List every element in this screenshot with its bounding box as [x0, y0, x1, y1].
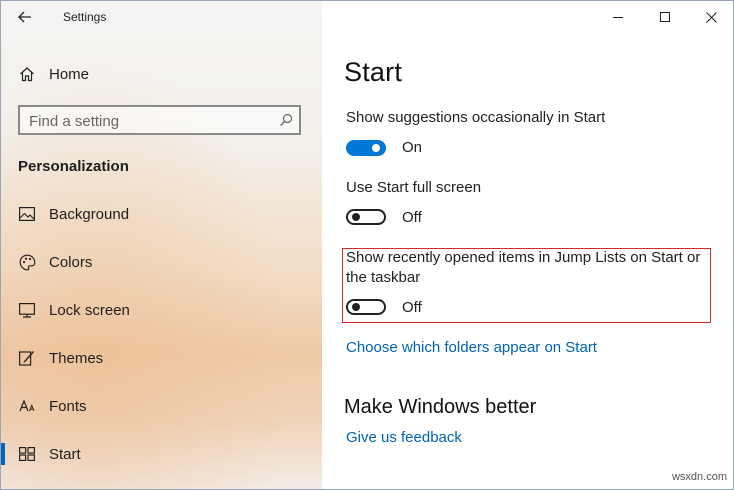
sidebar-item-label: Start — [49, 445, 81, 463]
sidebar-item-lock-screen[interactable]: Lock screen — [1, 290, 322, 330]
start-layout-icon — [18, 445, 36, 463]
sidebar-item-label: Fonts — [49, 397, 87, 415]
watermark: wsxdn.com — [671, 471, 727, 483]
suggestions-label: Show suggestions occasionally in Start — [346, 109, 606, 126]
main-panel: Start Show suggestions occasionally in S… — [322, 1, 733, 489]
full-screen-toggle[interactable] — [346, 209, 386, 225]
close-button[interactable] — [688, 1, 733, 33]
choose-folders-link[interactable]: Choose which folders appear on Start — [346, 339, 597, 356]
app-title: Settings — [63, 10, 107, 24]
suggestions-toggle[interactable] — [346, 140, 386, 156]
sidebar-item-background[interactable]: Background — [1, 194, 322, 234]
minimize-button[interactable] — [595, 1, 641, 33]
toggle-knob — [352, 213, 360, 221]
home-label: Home — [49, 65, 90, 83]
make-windows-better-heading: Make Windows better — [344, 396, 537, 418]
maximize-button[interactable] — [642, 1, 688, 33]
sidebar: Settings Home Personalization — [1, 1, 322, 489]
maximize-icon — [660, 12, 670, 22]
full-screen-label: Use Start full screen — [346, 179, 482, 196]
palette-icon — [18, 253, 36, 271]
titlebar-left: Settings — [1, 1, 322, 33]
minimize-icon — [613, 17, 623, 18]
close-icon — [705, 11, 717, 23]
lock-screen-icon — [18, 301, 36, 319]
sidebar-item-fonts[interactable]: Fonts — [1, 386, 322, 426]
toggle-knob — [352, 303, 360, 311]
section-title-personalization: Personalization — [18, 158, 129, 175]
home-icon — [18, 65, 36, 83]
picture-icon — [18, 205, 36, 223]
jump-lists-label-line1: Show recently opened items in Jump Lists… — [346, 249, 701, 266]
settings-window: Settings Home Personalization — [0, 0, 734, 490]
jump-lists-state: Off — [402, 299, 422, 316]
search-icon[interactable] — [279, 113, 293, 127]
font-icon — [18, 397, 36, 415]
sidebar-item-label: Colors — [49, 253, 93, 271]
sidebar-item-home[interactable]: Home — [1, 54, 322, 94]
toggle-knob — [372, 144, 380, 152]
back-arrow-icon — [18, 11, 31, 23]
sidebar-item-themes[interactable]: Themes — [1, 338, 322, 378]
brush-icon — [18, 349, 36, 367]
sidebar-item-label: Lock screen — [49, 301, 130, 319]
jump-lists-toggle[interactable] — [346, 299, 386, 315]
page-title: Start — [344, 57, 403, 87]
search-input[interactable] — [29, 111, 269, 131]
sidebar-item-label: Themes — [49, 349, 104, 367]
sidebar-item-label: Background — [49, 205, 130, 223]
back-button[interactable] — [13, 7, 37, 27]
search-box — [18, 105, 301, 135]
jump-lists-label-line2: the taskbar — [346, 269, 421, 286]
sidebar-item-colors[interactable]: Colors — [1, 242, 322, 282]
sidebar-item-start[interactable]: Start — [1, 434, 322, 474]
full-screen-state: Off — [402, 209, 422, 226]
feedback-link[interactable]: Give us feedback — [346, 429, 462, 446]
suggestions-state: On — [402, 139, 423, 156]
